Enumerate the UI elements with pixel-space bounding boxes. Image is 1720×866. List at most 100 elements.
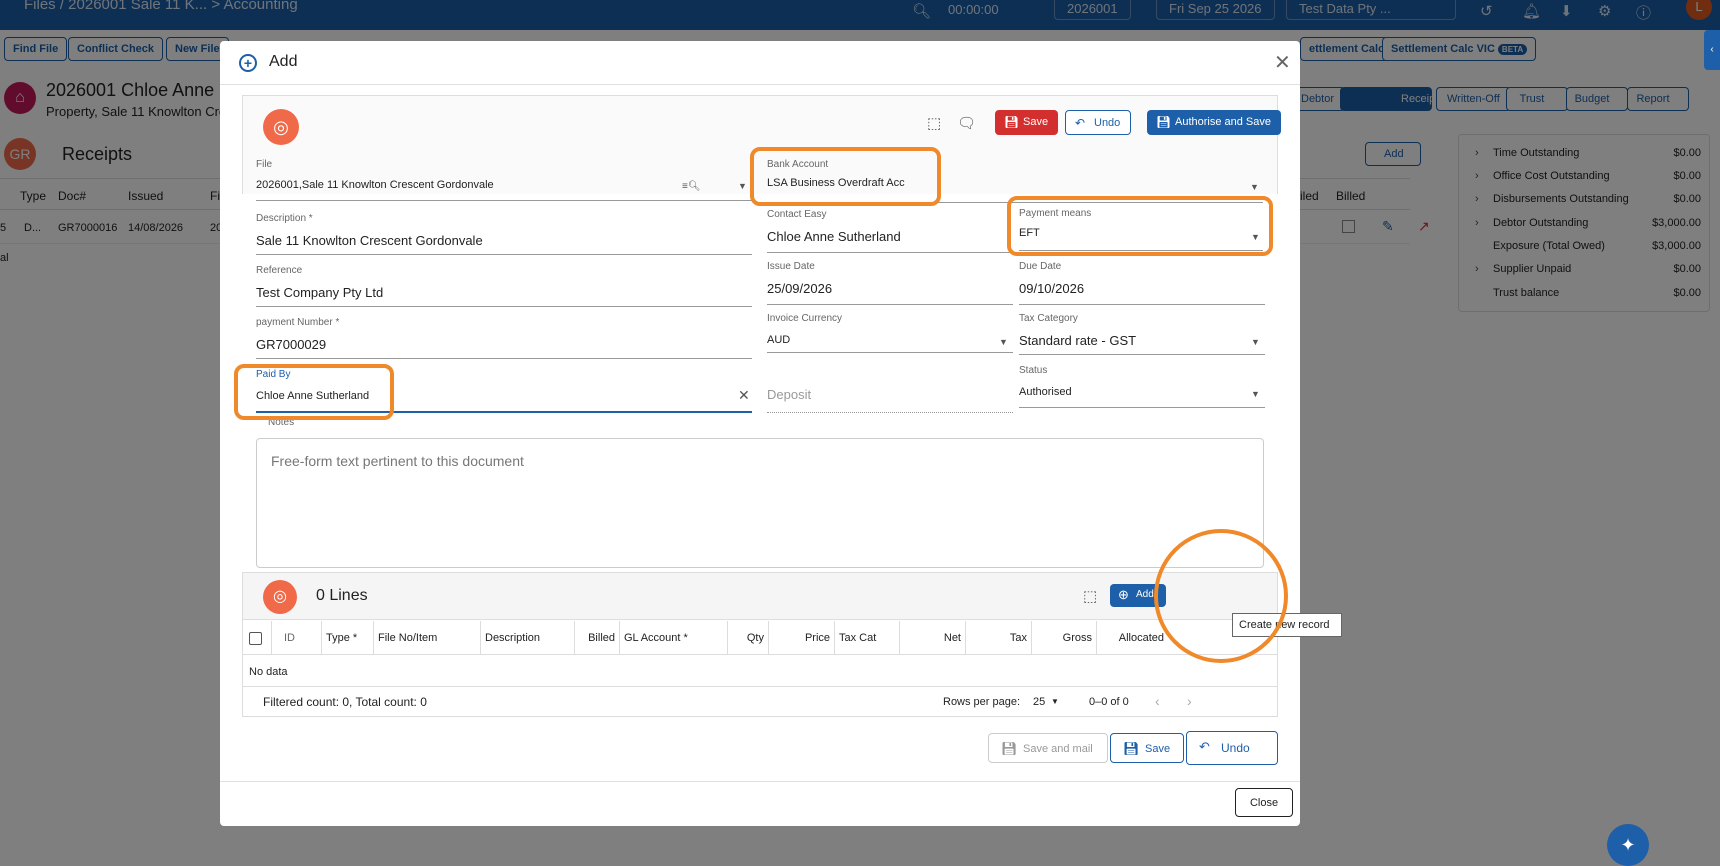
side-drawer-toggle[interactable]: ‹ — [1704, 30, 1720, 70]
col-gross[interactable]: Gross — [1031, 621, 1096, 655]
comment-icon[interactable]: 🗨︎ — [957, 114, 976, 132]
description-value: Sale 11 Knowlton Crescent Gordonvale — [256, 233, 483, 248]
description-field[interactable]: Description * Sale 11 Knowlton Crescent … — [256, 213, 752, 257]
close-button[interactable]: Close — [1235, 788, 1293, 817]
add-circle-icon: + — [239, 54, 257, 72]
undo-button-bottom[interactable]: ↶ Undo — [1186, 731, 1278, 765]
field-underline — [256, 358, 752, 359]
app-logo-icon: ◎ — [263, 109, 299, 145]
col-tax[interactable]: Tax — [965, 621, 1031, 655]
file-label: File — [256, 159, 273, 170]
chevron-down-icon[interactable]: ▼ — [999, 337, 1008, 347]
reference-field[interactable]: Reference Test Company Pty Ltd — [256, 265, 752, 309]
layout-toggle-icon[interactable]: ⬚ — [1083, 587, 1097, 605]
payment-number-field[interactable]: payment Number * GR7000029 — [256, 317, 752, 361]
due-date-value: 09/10/2026 — [1019, 281, 1085, 296]
rows-per-page-label: Rows per page: — [943, 696, 1021, 708]
authorise-save-button[interactable]: 💾︎ Authorise and Save — [1147, 110, 1282, 135]
notes-placeholder: Free-form text pertinent to this documen… — [271, 453, 524, 469]
col-file-no[interactable]: File No/Item — [373, 621, 480, 655]
deposit-field[interactable]: Deposit — [767, 369, 1013, 413]
save-icon: 💾︎ — [1123, 741, 1140, 756]
close-icon[interactable]: ✕ — [1274, 50, 1291, 75]
highlight-bank-account — [750, 147, 941, 206]
status-label: Status — [1019, 365, 1048, 376]
contact-easy-label: Contact Easy — [767, 209, 827, 220]
status-value: Authorised — [1019, 386, 1072, 398]
filtered-count: Filtered count: 0, Total count: 0 — [263, 695, 427, 709]
col-tax-cat[interactable]: Tax Cat — [834, 621, 899, 655]
chevron-down-icon[interactable]: ▼ — [1250, 182, 1259, 192]
prev-page-icon[interactable]: ‹ — [1155, 693, 1160, 709]
file-value: 2026001,Sale 11 Knowlton Crescent Gordon… — [256, 179, 494, 191]
field-underline — [256, 254, 752, 255]
ai-assistant-button[interactable]: ✦ — [1607, 824, 1649, 866]
chevron-down-icon[interactable]: ▼ — [1251, 389, 1260, 399]
select-all-checkbox[interactable] — [249, 632, 262, 645]
field-underline — [767, 412, 1013, 413]
col-net[interactable]: Net — [899, 621, 965, 655]
add-line-label: Add — [1136, 589, 1154, 600]
reference-label: Reference — [256, 265, 303, 276]
save-label: Save — [1023, 116, 1049, 128]
field-underline — [767, 252, 1013, 253]
save-icon: 💾︎ — [1001, 741, 1018, 756]
pagination-range: 0–0 of 0 — [1089, 696, 1129, 708]
file-field[interactable]: File 2026001,Sale 11 Knowlton Crescent G… — [256, 159, 752, 203]
reference-value: Test Company Pty Ltd — [256, 285, 384, 300]
payment-number-value: GR7000029 — [256, 337, 327, 352]
chevron-down-icon[interactable]: ▼ — [1251, 337, 1260, 347]
col-allocated[interactable]: Allocated — [1096, 621, 1168, 655]
lines-footer: Filtered count: 0, Total count: 0 Rows p… — [243, 686, 1277, 717]
deposit-placeholder: Deposit — [767, 387, 812, 402]
highlight-payment-means — [1007, 196, 1273, 256]
tax-category-field[interactable]: Tax Category Standard rate - GST ▼ — [1019, 313, 1265, 357]
field-underline — [1019, 304, 1265, 305]
contact-easy-field[interactable]: Contact Easy Chloe Anne Sutherland — [767, 209, 1013, 253]
lookup-icon[interactable]: ≡🔍︎ — [682, 181, 701, 192]
col-id[interactable]: ID — [271, 621, 321, 655]
undo-label: Undo — [1094, 117, 1121, 129]
field-underline — [256, 306, 752, 307]
invoice-currency-field[interactable]: Invoice Currency AUD ▼ — [767, 313, 1013, 357]
authorise-save-label: Authorise and Save — [1175, 116, 1272, 128]
col-billed[interactable]: Billed — [574, 621, 619, 655]
status-field[interactable]: Status Authorised ▼ — [1019, 365, 1265, 409]
invoice-currency-value: AUD — [767, 334, 791, 346]
due-date-field[interactable]: Due Date 09/10/2026 — [1019, 261, 1265, 305]
save-and-mail-button[interactable]: 💾︎ Save and mail — [988, 733, 1108, 763]
col-description[interactable]: Description — [480, 621, 574, 655]
chevron-down-icon[interactable]: ▼ — [1051, 697, 1059, 706]
contact-easy-value: Chloe Anne Sutherland — [767, 229, 901, 244]
undo-bottom-label: Undo — [1221, 741, 1250, 755]
due-date-label: Due Date — [1019, 261, 1062, 272]
chevron-down-icon[interactable]: ▼ — [738, 181, 747, 191]
save-button[interactable]: 💾︎ Save — [995, 110, 1059, 135]
clear-icon[interactable]: ✕ — [738, 387, 750, 404]
col-type[interactable]: Type * — [321, 621, 373, 655]
rows-per-page-select[interactable]: 25 — [1033, 696, 1045, 708]
issue-date-value: 25/09/2026 — [767, 281, 833, 296]
next-page-icon[interactable]: › — [1187, 693, 1192, 709]
dialog-header: + Add ✕ — [220, 41, 1300, 85]
col-qty[interactable]: Qty — [727, 621, 768, 655]
footer-divider — [220, 781, 1300, 782]
undo-icon: ↶ — [1075, 116, 1086, 130]
save-bottom-label: Save — [1145, 743, 1171, 755]
save-icon: 💾︎ — [1156, 115, 1172, 129]
highlight-paid-by — [234, 364, 394, 420]
highlight-add-line — [1154, 529, 1288, 663]
app-logo-icon: ◎ — [263, 580, 297, 614]
undo-button[interactable]: ↶ Undo — [1065, 110, 1132, 135]
lines-header: ◎ 0 Lines ⬚ ⊕ Add — [243, 573, 1277, 620]
layout-toggle-icon[interactable]: ⬚ — [927, 114, 941, 132]
save-button-bottom[interactable]: 💾︎ Save — [1110, 733, 1184, 763]
col-price[interactable]: Price — [768, 621, 834, 655]
field-underline — [256, 200, 752, 201]
field-underline — [1019, 354, 1265, 355]
notes-textarea[interactable]: Free-form text pertinent to this documen… — [256, 438, 1264, 568]
issue-date-field[interactable]: Issue Date 25/09/2026 — [767, 261, 1013, 305]
lines-panel: ◎ 0 Lines ⬚ ⊕ Add ID Type * File No/Item … — [242, 572, 1278, 717]
tax-category-value: Standard rate - GST — [1019, 333, 1137, 348]
col-gl-account[interactable]: GL Account * — [619, 621, 727, 655]
